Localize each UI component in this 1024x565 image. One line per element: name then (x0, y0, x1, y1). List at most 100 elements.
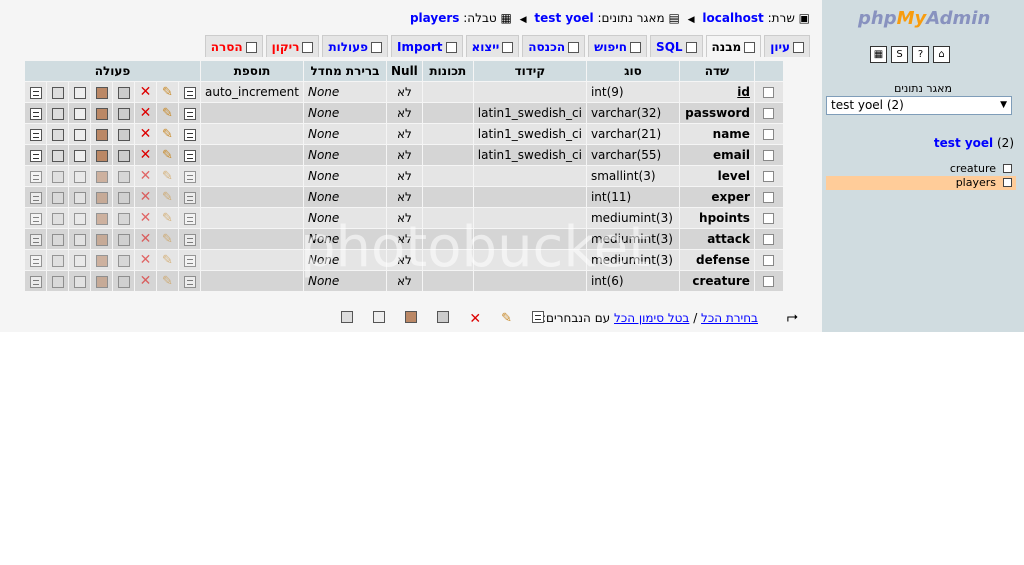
sidebar-table-label[interactable]: creature (950, 162, 996, 175)
bulk-primary-icon[interactable] (437, 311, 450, 323)
edit-icon[interactable]: ✎ (162, 85, 173, 100)
tab-structure[interactable]: מבנה (705, 35, 762, 57)
browse-values-icon[interactable] (183, 254, 196, 267)
fulltext-icon[interactable] (51, 191, 64, 204)
edit-icon[interactable]: ✎ (162, 232, 173, 247)
index-icon[interactable] (73, 128, 86, 141)
unique-icon[interactable] (95, 212, 108, 225)
edit-icon[interactable]: ✎ (162, 253, 173, 268)
breadcrumb-db-link[interactable]: test yoel (534, 11, 593, 25)
tab-empty[interactable]: ריקון (265, 35, 320, 57)
browse-distinct-icon[interactable] (29, 233, 42, 246)
table-icon[interactable] (1003, 164, 1012, 173)
edit-icon[interactable]: ✎ (162, 106, 173, 121)
tab-import[interactable]: Import (391, 35, 463, 57)
row-checkbox[interactable] (763, 276, 775, 287)
drop-icon[interactable]: ✕ (140, 105, 152, 121)
query-window-icon[interactable]: ▦ (870, 46, 887, 63)
tab-export[interactable]: ייצוא (465, 35, 520, 57)
breadcrumb-server-link[interactable]: localhost (702, 11, 763, 25)
bulk-index-icon[interactable] (373, 311, 386, 323)
database-select[interactable]: test yoel (2) ▼ (826, 96, 1012, 115)
browse-distinct-icon[interactable] (29, 170, 42, 183)
browse-distinct-icon[interactable] (29, 212, 42, 225)
primary-key-icon[interactable] (117, 233, 130, 246)
edit-icon[interactable]: ✎ (162, 274, 173, 289)
unique-icon[interactable] (95, 170, 108, 183)
drop-icon[interactable]: ✕ (140, 147, 152, 163)
drop-icon[interactable]: ✕ (140, 273, 152, 289)
unique-icon[interactable] (95, 254, 108, 267)
row-checkbox[interactable] (763, 129, 775, 140)
sidebar-table-label[interactable]: players (956, 176, 996, 189)
tab-search[interactable]: חיפוש (588, 35, 648, 57)
browse-distinct-icon[interactable] (29, 275, 42, 288)
bulk-edit-icon[interactable]: ✎ (501, 311, 512, 327)
browse-values-icon[interactable] (183, 191, 196, 204)
unique-icon[interactable] (95, 86, 108, 99)
browse-values-icon[interactable] (183, 170, 196, 183)
unique-icon[interactable] (95, 233, 108, 246)
check-all-link[interactable]: בחירת הכל (701, 311, 758, 325)
index-icon[interactable] (73, 254, 86, 267)
fulltext-icon[interactable] (51, 107, 64, 120)
uncheck-all-link[interactable]: בטל סימון הכל (614, 311, 689, 325)
row-checkbox[interactable] (763, 108, 775, 119)
edit-icon[interactable]: ✎ (162, 127, 173, 142)
browse-values-icon[interactable] (183, 128, 196, 141)
fulltext-icon[interactable] (51, 233, 64, 246)
tab-insert[interactable]: הכנסה (522, 35, 586, 57)
browse-distinct-icon[interactable] (29, 107, 42, 120)
row-checkbox[interactable] (763, 255, 775, 266)
drop-icon[interactable]: ✕ (140, 231, 152, 247)
index-icon[interactable] (73, 107, 86, 120)
browse-values-icon[interactable] (183, 86, 196, 99)
unique-icon[interactable] (95, 191, 108, 204)
unique-icon[interactable] (95, 275, 108, 288)
bulk-browse-icon[interactable] (532, 311, 544, 323)
fulltext-icon[interactable] (51, 149, 64, 162)
browse-values-icon[interactable] (183, 233, 196, 246)
browse-values-icon[interactable] (183, 212, 196, 225)
fulltext-icon[interactable] (51, 212, 64, 225)
drop-icon[interactable]: ✕ (140, 252, 152, 268)
drop-icon[interactable]: ✕ (140, 168, 152, 184)
row-checkbox[interactable] (763, 192, 775, 203)
primary-key-icon[interactable] (117, 254, 130, 267)
row-checkbox[interactable] (763, 150, 775, 161)
row-checkbox[interactable] (763, 213, 775, 224)
browse-distinct-icon[interactable] (29, 149, 42, 162)
sidebar-table-players[interactable]: players (826, 176, 1016, 190)
fulltext-icon[interactable] (51, 86, 64, 99)
tab-drop[interactable]: הסרה (204, 35, 263, 57)
drop-icon[interactable]: ✕ (140, 84, 152, 100)
primary-key-icon[interactable] (117, 149, 130, 162)
fulltext-icon[interactable] (51, 254, 64, 267)
browse-distinct-icon[interactable] (29, 254, 42, 267)
sidebar-db-title[interactable]: test yoel (2) (934, 136, 1014, 150)
primary-key-icon[interactable] (117, 212, 130, 225)
primary-key-icon[interactable] (117, 107, 130, 120)
edit-icon[interactable]: ✎ (162, 190, 173, 205)
fulltext-icon[interactable] (51, 170, 64, 183)
index-icon[interactable] (73, 86, 86, 99)
index-icon[interactable] (73, 170, 86, 183)
bulk-fulltext-icon[interactable] (341, 311, 354, 323)
sidebar-table-creature[interactable]: creature (826, 162, 1016, 176)
drop-icon[interactable]: ✕ (140, 189, 152, 205)
fulltext-icon[interactable] (51, 275, 64, 288)
row-checkbox[interactable] (763, 87, 775, 98)
primary-key-icon[interactable] (117, 275, 130, 288)
index-icon[interactable] (73, 212, 86, 225)
row-checkbox[interactable] (763, 171, 775, 182)
edit-icon[interactable]: ✎ (162, 148, 173, 163)
docs-icon[interactable]: ? (912, 46, 929, 63)
browse-distinct-icon[interactable] (29, 128, 42, 141)
edit-icon[interactable]: ✎ (162, 169, 173, 184)
row-checkbox[interactable] (763, 234, 775, 245)
browse-values-icon[interactable] (183, 149, 196, 162)
index-icon[interactable] (73, 191, 86, 204)
fulltext-icon[interactable] (51, 128, 64, 141)
index-icon[interactable] (73, 149, 86, 162)
header-field[interactable]: שדה (679, 61, 754, 81)
